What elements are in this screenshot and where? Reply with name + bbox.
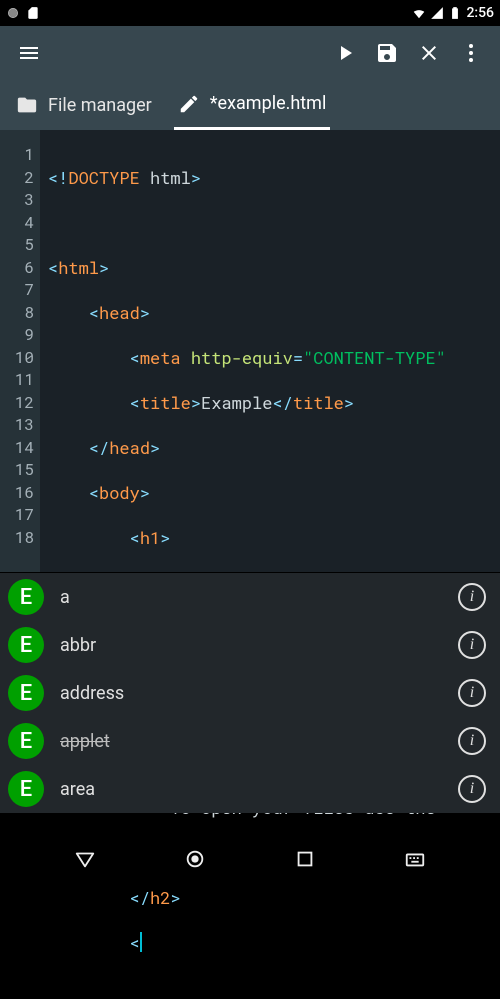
keyboard-toggle-button[interactable] [395,839,435,879]
element-badge-icon: E [8,771,44,807]
element-badge-icon: E [8,675,44,711]
info-icon[interactable]: i [458,727,486,755]
text-cursor [140,932,142,952]
clock-text: 2:56 [466,5,494,21]
hamburger-icon [17,41,41,65]
back-button[interactable] [65,839,105,879]
folder-icon [16,94,38,116]
info-icon[interactable]: i [458,631,486,659]
element-badge-icon: E [8,627,44,663]
tab-current-file-label: *example.html [210,93,327,114]
tab-current-file[interactable]: *example.html [174,80,331,130]
suggestion-label: area [60,779,458,800]
play-icon [333,41,357,65]
back-triangle-icon [74,848,96,870]
save-button[interactable] [366,32,408,74]
tab-bar: File manager *example.html [0,80,500,130]
home-circle-icon [184,848,206,870]
close-button[interactable] [408,32,450,74]
keyboard-icon [404,848,426,870]
element-badge-icon: E [8,579,44,615]
suggestion-item[interactable]: E address i [0,669,500,717]
close-icon [417,41,441,65]
code-content[interactable]: <!DOCTYPE html> <html> <head> <meta http… [40,130,446,572]
sd-card-icon [26,6,40,20]
code-editor[interactable]: 1 2 3 4 5 6 7 8 9 10 11 12 13 14 15 16 1… [0,130,500,572]
element-badge-icon: E [8,723,44,759]
tab-file-manager-label: File manager [48,95,152,116]
run-button[interactable] [324,32,366,74]
navigation-bar [0,829,500,889]
line-number-gutter: 1 2 3 4 5 6 7 8 9 10 11 12 13 14 15 16 1… [0,130,40,572]
overflow-button[interactable] [450,32,492,74]
suggestion-item[interactable]: E abbr i [0,621,500,669]
tab-file-manager[interactable]: File manager [12,80,156,130]
info-icon[interactable]: i [458,775,486,803]
status-bar: 2:56 [0,0,500,26]
suggestion-item[interactable]: E a i [0,573,500,621]
save-icon [375,41,399,65]
wifi-icon [412,6,426,20]
suggestion-item[interactable]: E applet i [0,717,500,765]
suggestion-label: abbr [60,635,458,656]
circle-icon [6,6,20,20]
edit-icon [178,93,200,115]
more-vert-icon [459,41,483,65]
info-icon[interactable]: i [458,583,486,611]
suggestion-item[interactable]: E area i [0,765,500,813]
recent-apps-button[interactable] [285,839,325,879]
menu-button[interactable] [8,32,50,74]
square-icon [294,848,316,870]
suggestion-label: applet [60,731,458,752]
signal-icon [430,6,444,20]
autocomplete-popup: E a i E abbr i E address i E applet i E … [0,573,500,813]
app-bar [0,26,500,80]
info-icon[interactable]: i [458,679,486,707]
suggestion-label: address [60,683,458,704]
home-button[interactable] [175,839,215,879]
battery-icon [448,6,462,20]
suggestion-label: a [60,587,458,608]
